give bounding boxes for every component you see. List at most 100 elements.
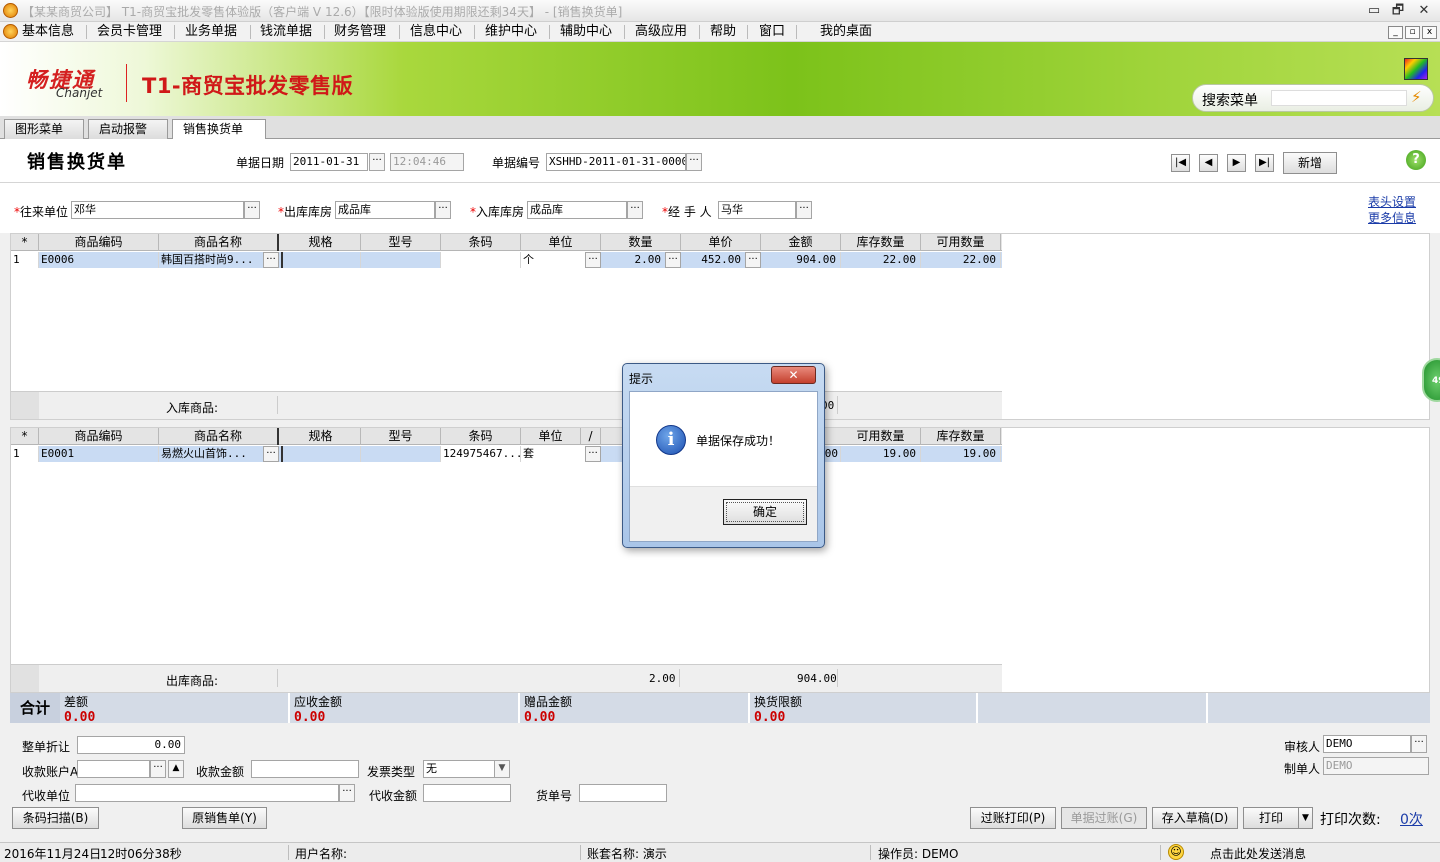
row-qty-picker-button[interactable]: ··· <box>665 252 681 268</box>
menu-my-desktop[interactable]: 我的桌面 <box>816 23 876 41</box>
help-icon[interactable]: ? <box>1406 150 1426 170</box>
row-unit[interactable]: 套 <box>521 446 585 462</box>
ok-button[interactable]: 确定 <box>723 499 807 525</box>
row-price[interactable]: 452.00 <box>681 252 745 268</box>
col-header-name[interactable]: 商品名称 <box>159 234 279 251</box>
col-header-spec[interactable]: 规格 <box>281 234 361 251</box>
mdi-minimize-button[interactable]: _ <box>1388 26 1403 39</box>
mdi-close-button[interactable]: x <box>1422 26 1437 39</box>
row-unit[interactable]: 个 <box>521 252 585 268</box>
row-name-picker-button[interactable]: ··· <box>263 252 279 268</box>
row-name[interactable]: 易燃火山首饰... <box>159 446 263 462</box>
account-picker-button[interactable]: ··· <box>150 760 166 778</box>
row-spec[interactable] <box>281 252 361 268</box>
barcode-scan-button[interactable]: 条码扫描(B) <box>12 807 99 829</box>
header-settings-link[interactable]: 表头设置 <box>1368 193 1416 210</box>
menu-assist[interactable]: 辅助中心 <box>556 23 616 41</box>
date-picker-button[interactable]: ··· <box>369 153 385 171</box>
row-unit-picker-button[interactable]: ··· <box>585 252 601 268</box>
out-warehouse-field[interactable]: 成品库 <box>335 201 435 219</box>
next-record-button[interactable]: ▶ <box>1227 154 1246 172</box>
tab-startup-alarm[interactable]: 启动报警 <box>88 119 168 139</box>
last-record-button[interactable]: ▶| <box>1255 154 1274 172</box>
more-info-link[interactable]: 更多信息 <box>1368 209 1416 226</box>
post-and-print-button[interactable]: 过账打印(P) <box>970 807 1056 829</box>
row-barcode[interactable] <box>441 252 521 268</box>
send-message-link[interactable]: 点击此处发送消息 <box>1210 845 1306 862</box>
lightning-search-icon[interactable]: ⚡ <box>1411 88 1422 106</box>
docno-field[interactable]: XSHHD-2011-01-31-00001 <box>546 153 686 171</box>
menu-member-card[interactable]: 会员卡管理 <box>93 23 166 41</box>
col-header-unit[interactable]: 单位 <box>521 428 581 445</box>
col-header-available[interactable]: 可用数量 <box>921 234 1001 251</box>
menu-info-center[interactable]: 信息中心 <box>406 23 466 41</box>
receive-amount-field[interactable] <box>251 760 359 778</box>
menu-basic-info[interactable]: 基本信息 <box>18 23 78 41</box>
menu-cash-docs[interactable]: 钱流单据 <box>256 23 316 41</box>
col-header-stock[interactable]: 库存数量 <box>841 234 921 251</box>
menu-finance[interactable]: 财务管理 <box>330 23 390 41</box>
in-warehouse-picker-button[interactable]: ··· <box>627 201 643 219</box>
row-model[interactable] <box>361 446 441 462</box>
invoice-type-select[interactable]: 无 <box>423 760 495 778</box>
chevron-down-icon[interactable]: ▼ <box>494 760 510 778</box>
restore-button[interactable]: 🗗 <box>1388 2 1408 19</box>
col-header-code[interactable]: 商品编码 <box>39 428 159 445</box>
partner-field[interactable]: 邓华 <box>71 201 244 219</box>
menu-business-docs[interactable]: 业务单据 <box>181 23 241 41</box>
agent-unit-field[interactable] <box>75 784 339 802</box>
side-float-badge[interactable]: 49 <box>1422 358 1440 402</box>
account-field[interactable] <box>77 760 150 778</box>
col-header-available[interactable]: 可用数量 <box>841 428 921 445</box>
mdi-restore-button[interactable]: ▫ <box>1405 26 1420 39</box>
table-row[interactable]: 1 E0006 韩国百搭时尚9... ··· 个 ··· 2.00 ··· 45… <box>11 252 1002 268</box>
tab-graphic-menu[interactable]: 图形菜单 <box>4 119 84 139</box>
col-header-name[interactable]: 商品名称 <box>159 428 279 445</box>
print-count-value[interactable]: 0次 <box>1400 809 1423 829</box>
col-header-spec[interactable]: 规格 <box>281 428 361 445</box>
row-price-picker-button[interactable]: ··· <box>745 252 761 268</box>
waybill-field[interactable] <box>579 784 667 802</box>
in-warehouse-field[interactable]: 成品库 <box>527 201 627 219</box>
row-code[interactable]: E0006 <box>39 252 159 268</box>
menu-maintenance[interactable]: 维护中心 <box>481 23 541 41</box>
menu-advanced[interactable]: 高级应用 <box>631 23 691 41</box>
dialog-close-button[interactable]: ✕ <box>771 366 816 384</box>
agent-amount-field[interactable] <box>423 784 511 802</box>
menu-window[interactable]: 窗口 <box>755 23 789 41</box>
prev-record-button[interactable]: ◀ <box>1199 154 1218 172</box>
theme-cube-icon[interactable] <box>1404 58 1428 80</box>
partner-picker-button[interactable]: ··· <box>244 201 260 219</box>
handler-picker-button[interactable]: ··· <box>796 201 812 219</box>
table-row[interactable]: 1 E0001 易燃火山首饰... ··· 124975467... 套 ···… <box>11 446 1002 462</box>
col-header-price[interactable]: 单价 <box>681 234 761 251</box>
col-header-model[interactable]: 型号 <box>361 428 441 445</box>
col-header-unit[interactable]: 单位 <box>521 234 601 251</box>
print-button[interactable]: 打印 <box>1243 807 1299 829</box>
row-barcode[interactable]: 124975467... <box>441 446 521 462</box>
account-up-arrow-icon[interactable]: ▲ <box>168 760 184 778</box>
out-warehouse-picker-button[interactable]: ··· <box>435 201 451 219</box>
col-header-stock[interactable]: 库存数量 <box>921 428 1001 445</box>
row-spec[interactable] <box>281 446 361 462</box>
col-header-model[interactable]: 型号 <box>361 234 441 251</box>
discount-field[interactable]: 0.00 <box>77 736 185 754</box>
row-model[interactable] <box>361 252 441 268</box>
print-dropdown-chevron-icon[interactable]: ▼ <box>1298 807 1313 829</box>
col-header-barcode[interactable]: 条码 <box>441 234 521 251</box>
smiley-icon[interactable]: ☺ <box>1168 844 1184 860</box>
new-button[interactable]: 新增 <box>1283 152 1337 174</box>
col-header-amount[interactable]: 金额 <box>761 234 841 251</box>
original-sales-button[interactable]: 原销售单(Y) <box>182 807 267 829</box>
save-draft-button[interactable]: 存入草稿(D) <box>1152 807 1238 829</box>
auditor-field[interactable]: DEMO <box>1323 735 1411 753</box>
col-header-barcode[interactable]: 条码 <box>441 428 521 445</box>
row-name-picker-button[interactable]: ··· <box>263 446 279 462</box>
first-record-button[interactable]: |◀ <box>1171 154 1190 172</box>
search-menu-input[interactable] <box>1271 90 1407 106</box>
close-button[interactable]: ✕ <box>1414 2 1434 19</box>
row-amount[interactable]: 904.00 <box>761 252 841 268</box>
row-name[interactable]: 韩国百搭时尚9... <box>159 252 263 268</box>
auditor-picker-button[interactable]: ··· <box>1411 735 1427 753</box>
minimize-button[interactable]: ▭ <box>1364 2 1384 19</box>
